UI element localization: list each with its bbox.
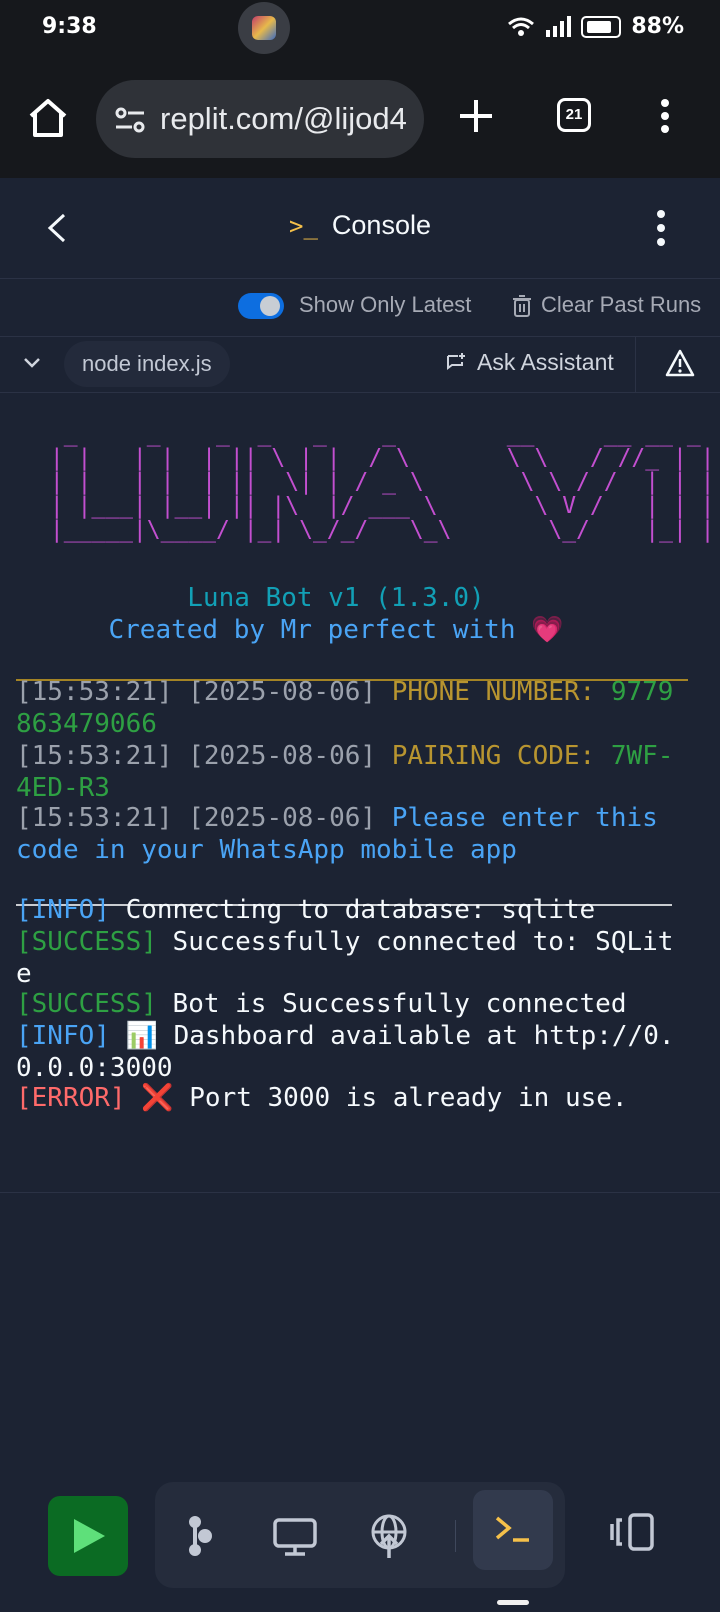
- log-line: [15:53:21] [2025-08-06] PHONE NUMBER: 97…: [16, 677, 674, 739]
- ask-assistant-label: Ask Assistant: [477, 349, 614, 375]
- log-line: [SUCCESS] Successfully connected to: SQL…: [16, 927, 674, 989]
- browser-menu-icon[interactable]: [660, 98, 670, 134]
- ask-assistant-button[interactable]: Ask Assistant: [445, 349, 614, 376]
- warning-icon[interactable]: [665, 349, 695, 377]
- show-only-latest-label: Show Only Latest: [299, 292, 472, 317]
- new-tab-icon[interactable]: [456, 96, 496, 136]
- log-line: [15:53:21] [2025-08-06] PAIRING CODE: 7W…: [16, 741, 674, 803]
- show-only-latest-toggle[interactable]: [238, 293, 284, 319]
- browser-toolbar: replit.com/@lijod4 21: [0, 58, 720, 180]
- ascii-banner: _ _ _ _ _ _ __ __ __ _ | | | | | || \ | …: [36, 422, 715, 542]
- status-time: 9:38: [42, 14, 97, 39]
- log-line: [INFO] 📊 Dashboard available at http://0…: [16, 1021, 675, 1083]
- gesture-bar: [497, 1600, 529, 1605]
- home-icon[interactable]: [26, 96, 70, 140]
- address-bar[interactable]: replit.com/@lijod4: [96, 80, 424, 158]
- log-line: [SUCCESS] Bot is Successfully connected: [16, 989, 627, 1019]
- terminal-icon: [495, 1516, 529, 1542]
- bot-title: Luna Bot v1 (1.3.0): [187, 583, 485, 613]
- divider: [455, 1520, 456, 1552]
- signal-icon: [546, 15, 572, 37]
- terminal-icon: >_: [289, 212, 318, 240]
- ascii-line: |_____|\____/ |_| \_/_/ \_\ \_/ |_| |: [36, 517, 715, 543]
- bottom-toolbar: [0, 1472, 720, 1612]
- console-header: >_ Console: [0, 178, 720, 279]
- panels-icon[interactable]: [608, 1512, 656, 1552]
- console-tab[interactable]: [473, 1490, 553, 1570]
- battery-level: 88%: [631, 14, 684, 39]
- run-button[interactable]: [48, 1496, 128, 1576]
- title-text: Console: [331, 210, 431, 240]
- status-icons: 88%: [507, 14, 684, 39]
- log-line: [15:53:21] [2025-08-06] Please enter thi…: [16, 803, 674, 865]
- assistant-icon: [447, 352, 465, 370]
- log-line: [ERROR] ❌ Port 3000 is already in use.: [16, 1083, 628, 1113]
- ascii-line: _ _ _ _ _ _ __ __ __ _: [36, 421, 715, 447]
- preview-icon[interactable]: [271, 1512, 319, 1560]
- chevron-down-icon[interactable]: [22, 352, 42, 374]
- ascii-line: | |___| |__| || |\ |/ ___ \ \ V / | | |: [36, 493, 715, 519]
- divider: [0, 1192, 720, 1193]
- divider: [635, 336, 636, 392]
- tool-switcher: [155, 1482, 565, 1588]
- status-bar: 9:38 88%: [0, 0, 720, 58]
- bot-credit: Created by Mr perfect with 💗: [108, 615, 564, 645]
- wifi-icon: [508, 17, 535, 36]
- ascii-line: | | | | | || \ | | / \ \ \ / //_ | |: [36, 445, 715, 471]
- log-line: [INFO] Connecting to database: sqlite: [16, 895, 596, 925]
- app-notification-icon: [238, 2, 290, 54]
- console-output: _ _ _ _ _ _ __ __ __ _ | | | | | || \ | …: [16, 392, 715, 1192]
- ascii-line: | | | | | || \| | / _ \ \ \ / / | | |: [36, 469, 715, 495]
- url-text: replit.com/@lijod4: [160, 101, 407, 136]
- console-options: Show Only Latest Clear Past Runs: [0, 278, 720, 337]
- run-bar: node index.js Ask Assistant: [0, 336, 720, 393]
- more-options-icon[interactable]: [656, 208, 666, 248]
- page-title: >_ Console: [0, 210, 720, 241]
- run-command-chip[interactable]: node index.js: [64, 341, 230, 387]
- battery-icon: [581, 15, 622, 38]
- clear-past-runs-button[interactable]: Clear Past Runs: [541, 292, 701, 318]
- tab-switcher-button[interactable]: 21: [557, 98, 591, 132]
- play-icon: [74, 1519, 105, 1553]
- agent-icon[interactable]: [177, 1512, 225, 1560]
- trash-icon[interactable]: [512, 294, 532, 318]
- deploy-icon[interactable]: [365, 1512, 413, 1560]
- site-settings-icon[interactable]: [114, 106, 146, 134]
